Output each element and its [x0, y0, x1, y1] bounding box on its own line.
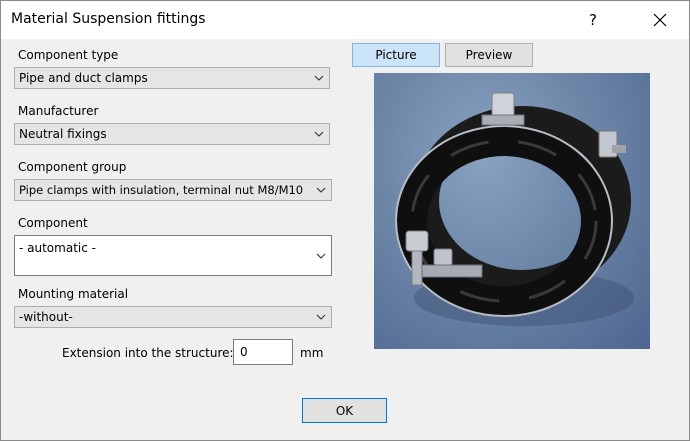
ok-button[interactable]: OK: [302, 398, 387, 423]
component-value: - automatic -: [19, 241, 96, 255]
component-group-label: Component group: [18, 160, 127, 174]
component-group-value: Pipe clamps with insulation, terminal nu…: [19, 183, 304, 197]
component-group-select[interactable]: Pipe clamps with insulation, terminal nu…: [14, 179, 332, 201]
chevron-down-icon: [314, 131, 324, 137]
title-bar: Material Suspension fittings ?: [1, 1, 689, 39]
tab-picture[interactable]: Picture: [352, 43, 440, 67]
dialog-title: Material Suspension fittings: [11, 11, 206, 27]
component-picture: [374, 73, 650, 349]
manufacturer-label: Manufacturer: [18, 104, 99, 118]
component-type-label: Component type: [18, 48, 119, 62]
pipe-clamp-image: [395, 92, 634, 326]
extension-label: Extension into the structure:: [62, 346, 234, 360]
chevron-down-icon: [316, 187, 326, 193]
manufacturer-select[interactable]: Neutral fixings: [14, 123, 330, 145]
extension-input[interactable]: [233, 339, 293, 365]
help-button[interactable]: ?: [573, 3, 613, 37]
component-type-value: Pipe and duct clamps: [19, 71, 148, 85]
tab-preview[interactable]: Preview: [445, 43, 533, 67]
mounting-material-value: -without-: [19, 310, 73, 324]
component-select[interactable]: - automatic -: [14, 235, 332, 276]
chevron-down-icon: [316, 253, 326, 259]
chevron-down-icon: [314, 75, 324, 81]
component-label: Component: [18, 216, 88, 230]
mounting-material-select[interactable]: -without-: [14, 306, 332, 328]
mounting-material-label: Mounting material: [18, 287, 129, 301]
component-type-select[interactable]: Pipe and duct clamps: [14, 67, 330, 89]
close-icon: [653, 13, 667, 27]
chevron-down-icon: [316, 314, 326, 320]
dialog-window: Material Suspension fittings ? Component…: [0, 0, 690, 441]
extension-unit: mm: [300, 346, 324, 360]
manufacturer-value: Neutral fixings: [19, 127, 107, 141]
close-button[interactable]: [637, 3, 683, 37]
